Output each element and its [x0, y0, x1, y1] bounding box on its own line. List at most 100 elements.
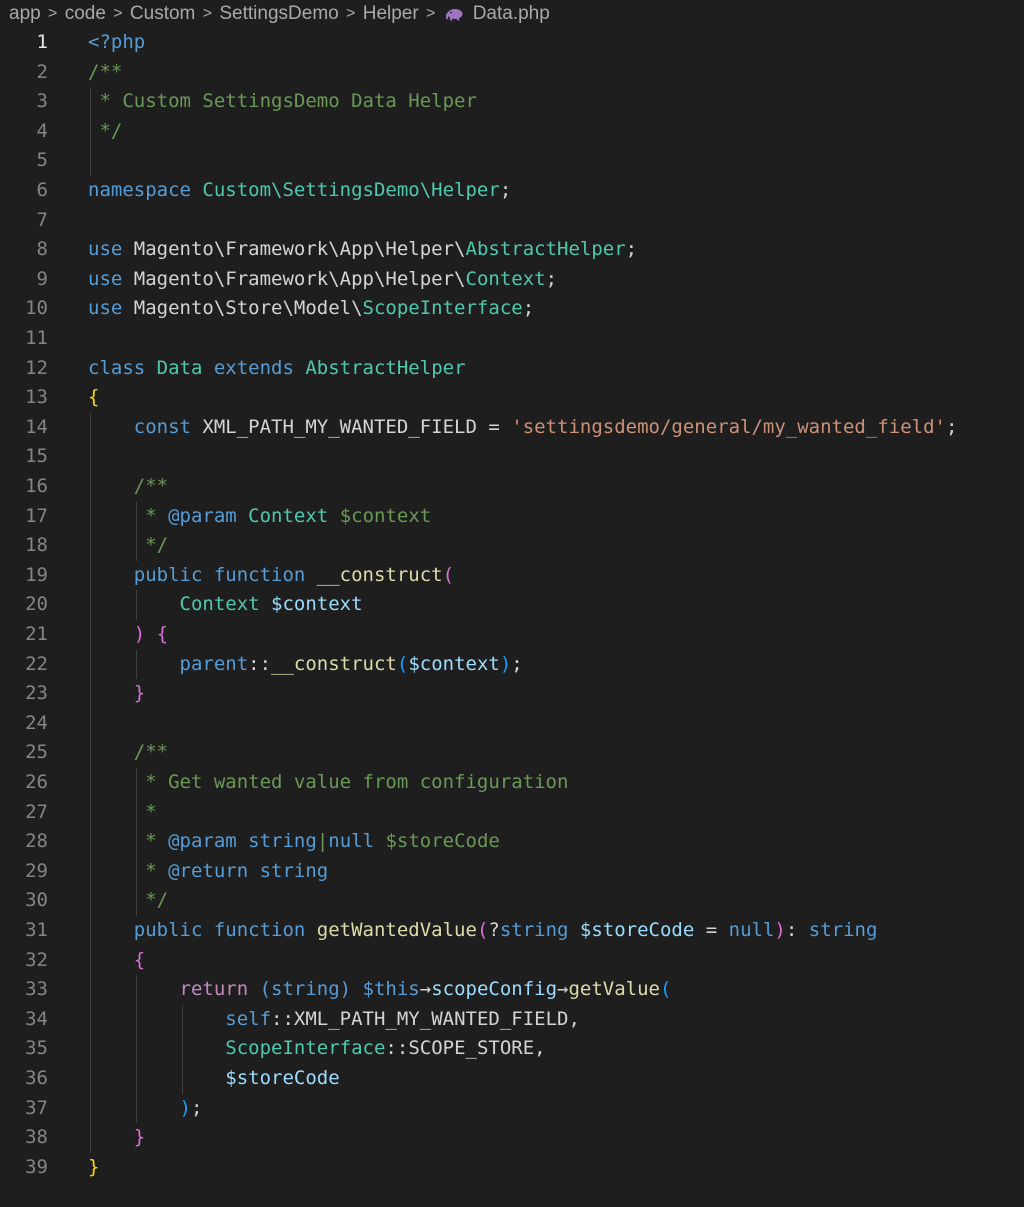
- code-line[interactable]: 8 use Magento\Framework\App\Helper\Abstra…: [0, 235, 1024, 265]
- code-line[interactable]: 19 public function __construct(: [0, 561, 1024, 591]
- code-line[interactable]: 28 * @param string|null $storeCode: [0, 827, 1024, 857]
- code-line[interactable]: 34 self::XML_PATH_MY_WANTED_FIELD,: [0, 1005, 1024, 1035]
- line-number: 23: [25, 682, 48, 705]
- breadcrumb-item-code[interactable]: code: [65, 3, 106, 25]
- breadcrumb-item-helper[interactable]: Helper: [363, 3, 419, 25]
- line-number: 5: [36, 149, 48, 172]
- code-line[interactable]: 2 /**: [0, 58, 1024, 88]
- code-token: null: [328, 830, 375, 853]
- line-number: 28: [25, 830, 48, 853]
- code-line[interactable]: 4 */: [0, 117, 1024, 147]
- code-text: <?php: [88, 28, 145, 58]
- code-line[interactable]: 37);: [0, 1094, 1024, 1124]
- code-line[interactable]: 36 $storeCode: [0, 1064, 1024, 1094]
- code-text: /**: [134, 472, 168, 502]
- code-token: class: [88, 356, 157, 379]
- code-line[interactable]: 29 * @return string: [0, 857, 1024, 887]
- code-text: */: [88, 117, 122, 147]
- php-elephant-icon: [445, 9, 463, 21]
- code-text: * @param Context $context: [134, 502, 431, 532]
- code-text: /**: [134, 738, 168, 768]
- code-line[interactable]: 13 {: [0, 383, 1024, 413]
- code-line[interactable]: 32 {: [0, 946, 1024, 976]
- code-line[interactable]: 11: [0, 324, 1024, 354]
- indent-guide: [90, 412, 91, 1153]
- code-line[interactable]: 18 */: [0, 531, 1024, 561]
- code-line[interactable]: 26 * Get wanted value from configuration: [0, 768, 1024, 798]
- breadcrumb-file[interactable]: Data.php: [473, 3, 550, 25]
- line-number: 6: [36, 179, 48, 201]
- code-token: extends: [213, 356, 306, 379]
- code-line[interactable]: 10 use Magento\Store\Model\ScopeInterface…: [0, 294, 1024, 324]
- code-line[interactable]: 23}: [0, 679, 1024, 709]
- code-line[interactable]: 7: [0, 206, 1024, 236]
- code-token: ;: [190, 1096, 203, 1119]
- breadcrumb-item-settingsdemo[interactable]: SettingsDemo: [219, 3, 338, 25]
- code-token: parent: [179, 652, 249, 675]
- code-token: use: [88, 297, 134, 320]
- line-number: 12: [25, 356, 48, 379]
- code-token: {: [88, 386, 100, 409]
- line-number: 37: [25, 1096, 48, 1119]
- breadcrumb-item-custom[interactable]: Custom: [130, 3, 195, 25]
- code-token: ;: [545, 267, 558, 290]
- code-line[interactable]: 17 * @param Context $context: [0, 502, 1024, 532]
- code-line[interactable]: 24: [0, 709, 1024, 739]
- code-line[interactable]: 25 /**: [0, 738, 1024, 768]
- code-editor[interactable]: 1 <?php 2 /** 3 * Custom SettingsDemo Data H…: [0, 28, 1024, 1207]
- code-token: AbstractHelper: [465, 238, 626, 261]
- line-number: 33: [25, 978, 48, 1001]
- code-token: ,: [568, 1007, 580, 1030]
- code-line[interactable]: 30 */: [0, 886, 1024, 916]
- code-token: (string): [259, 978, 363, 1001]
- code-text: $storeCode: [225, 1064, 339, 1094]
- line-number: 16: [25, 475, 48, 497]
- line-number: 3: [36, 90, 48, 113]
- code-token: Data: [156, 356, 214, 379]
- code-line[interactable]: 38}: [0, 1123, 1024, 1153]
- code-line[interactable]: 21) {: [0, 620, 1024, 650]
- code-token: ScopeInterface: [225, 1037, 386, 1060]
- code-line[interactable]: 16 /**: [0, 472, 1024, 502]
- code-text: use Magento\Store\Model\ScopeInterface;: [88, 294, 534, 324]
- code-line[interactable]: 12 class Data extends AbstractHelper: [0, 354, 1024, 384]
- code-line[interactable]: 15: [0, 442, 1024, 472]
- code-token: /**: [133, 475, 169, 497]
- code-line[interactable]: 14 const XML_PATH_MY_WANTED_FIELD = 'sett…: [0, 413, 1024, 443]
- code-text: */: [134, 886, 168, 916]
- indent-guide: [90, 87, 91, 176]
- code-line[interactable]: 6 namespace Custom\SettingsDemo\Helper;: [0, 176, 1024, 206]
- line-number: 1: [36, 31, 48, 53]
- code-token: function: [213, 919, 317, 941]
- code-line[interactable]: 22 parent::__construct($context);: [0, 650, 1024, 680]
- line-number: 7: [36, 208, 48, 231]
- code-token: ::: [248, 652, 272, 675]
- line-number: 27: [25, 800, 48, 823]
- code-line[interactable]: 20 Context $context: [0, 590, 1024, 620]
- code-line[interactable]: 31 public function getWantedValue(?string…: [0, 916, 1024, 946]
- code-token: __construct: [316, 563, 443, 586]
- code-line[interactable]: 5: [0, 146, 1024, 176]
- code-line[interactable]: 27 *: [0, 798, 1024, 828]
- breadcrumb-item-app[interactable]: app: [9, 3, 41, 25]
- code-line[interactable]: 35 ScopeInterface::SCOPE_STORE,: [0, 1034, 1024, 1064]
- code-text: *: [134, 798, 156, 828]
- line-number: 31: [25, 919, 48, 941]
- code-token: $storeCode: [374, 830, 500, 853]
- code-line[interactable]: 3 * Custom SettingsDemo Data Helper: [0, 87, 1024, 117]
- line-number: 10: [25, 297, 48, 320]
- code-token: ::: [271, 1007, 294, 1030]
- code-token: ): [499, 652, 512, 675]
- code-line[interactable]: 9 use Magento\Framework\App\Helper\Contex…: [0, 265, 1024, 295]
- code-line[interactable]: 33 return (string) $this→scopeConfig→getV…: [0, 975, 1024, 1005]
- code-text: }: [134, 1123, 145, 1153]
- breadcrumb: app > code > Custom > SettingsDemo > Hel…: [0, 0, 1024, 28]
- code-text: {: [134, 946, 145, 976]
- code-token: (: [660, 978, 672, 1001]
- code-line[interactable]: 39}: [0, 1153, 1024, 1183]
- code-token: string: [248, 830, 317, 853]
- code-text: ) {: [134, 620, 168, 650]
- code-text: use Magento\Framework\App\Helper\Abstrac…: [88, 235, 637, 265]
- line-number: 19: [25, 563, 48, 586]
- code-line[interactable]: 1 <?php: [0, 28, 1024, 58]
